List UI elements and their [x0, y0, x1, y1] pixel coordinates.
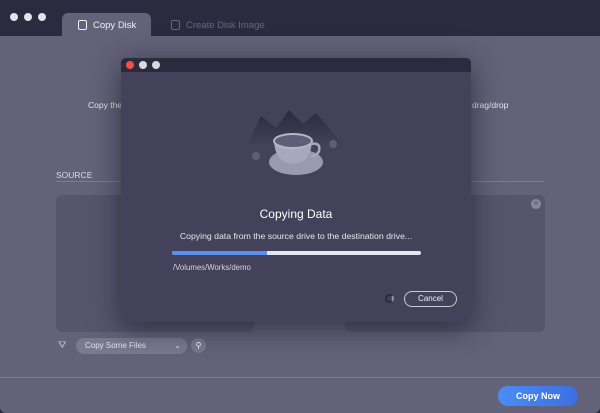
window-close-button[interactable]: [10, 13, 18, 21]
dialog-close-button[interactable]: [126, 61, 134, 69]
select-value: Copy Some Files: [85, 341, 146, 350]
coffee-cup-illustration: [246, 110, 346, 175]
chevron-down-icon: ⌄: [174, 341, 181, 350]
dialog-zoom-button[interactable]: [152, 61, 160, 69]
description-text-right: drag/drop: [472, 100, 509, 110]
window-zoom-button[interactable]: [38, 13, 46, 21]
disk-image-icon: [171, 20, 180, 30]
current-path: /Volumes/Works/demo: [173, 263, 251, 272]
dialog-title: Copying Data: [259, 207, 333, 221]
copy-now-button[interactable]: Copy Now: [498, 386, 578, 406]
description-text: Copy the: [88, 100, 123, 110]
close-icon[interactable]: ✕: [531, 199, 541, 209]
source-label: SOURCE: [56, 170, 93, 180]
copying-dialog: Copying Data Copying data from the sourc…: [121, 58, 471, 322]
cancel-button[interactable]: Cancel: [404, 291, 457, 307]
divider: [0, 377, 600, 378]
copy-disk-icon: [78, 20, 87, 30]
dialog-minimize-button[interactable]: [139, 61, 147, 69]
tab-label: Copy Disk: [93, 19, 137, 31]
dialog-message: Copying data from the source drive to th…: [179, 231, 413, 241]
progress-fill: [172, 251, 267, 255]
tab-label: Create Disk Image: [186, 19, 265, 31]
search-icon[interactable]: ⚲: [191, 338, 206, 353]
tab-copy-disk[interactable]: Copy Disk: [62, 13, 151, 37]
copy-mode-select[interactable]: Copy Some Files ⌄: [76, 338, 187, 354]
filter-icon[interactable]: ⛛: [58, 340, 66, 351]
window-minimize-button[interactable]: [24, 13, 32, 21]
app-window: Copy Disk Create Disk Image Copy the dra…: [0, 0, 600, 413]
spinner-icon: [385, 294, 394, 303]
title-bar: Copy Disk Create Disk Image: [0, 0, 600, 37]
progress-bar: [172, 251, 421, 255]
dialog-title-bar: [121, 58, 471, 72]
tab-create-disk-image[interactable]: Create Disk Image: [155, 13, 265, 37]
